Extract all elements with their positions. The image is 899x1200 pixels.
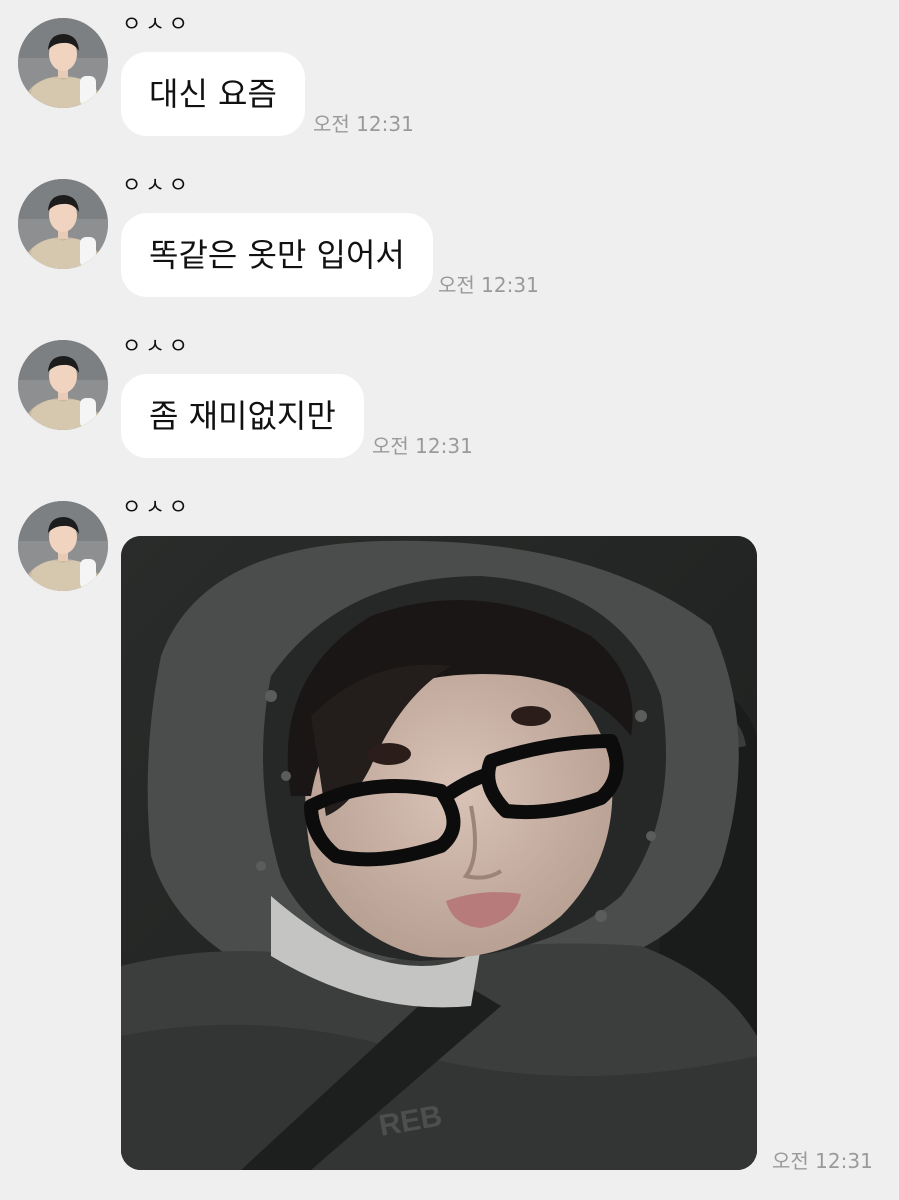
- sender-name: ㅇㅅㅇ: [122, 495, 192, 519]
- selfie-photo: REB: [121, 536, 757, 1170]
- sender-name: ㅇㅅㅇ: [122, 12, 192, 36]
- message-time: 오전 12:31: [772, 1149, 873, 1173]
- sender-avatar[interactable]: [18, 179, 108, 269]
- chat-log: ㅇㅅㅇ 대신 요즘 오전 12:31 ㅇㅅㅇ 똑같은 옷만 입어서 오전 12:…: [0, 0, 899, 1200]
- sender-name: ㅇㅅㅇ: [122, 334, 192, 358]
- message-time: 오전 12:31: [438, 273, 539, 297]
- sender-avatar[interactable]: [18, 18, 108, 108]
- message-bubble[interactable]: 좀 재미없지만: [121, 374, 364, 458]
- message-time: 오전 12:31: [372, 434, 473, 458]
- message-bubble[interactable]: 대신 요즘: [121, 52, 305, 136]
- sender-avatar[interactable]: [18, 501, 108, 591]
- photo-message[interactable]: REB: [121, 536, 757, 1170]
- message-bubble[interactable]: 똑같은 옷만 입어서: [121, 213, 433, 297]
- message-time: 오전 12:31: [313, 112, 414, 136]
- sender-name: ㅇㅅㅇ: [122, 173, 192, 197]
- sender-avatar[interactable]: [18, 340, 108, 430]
